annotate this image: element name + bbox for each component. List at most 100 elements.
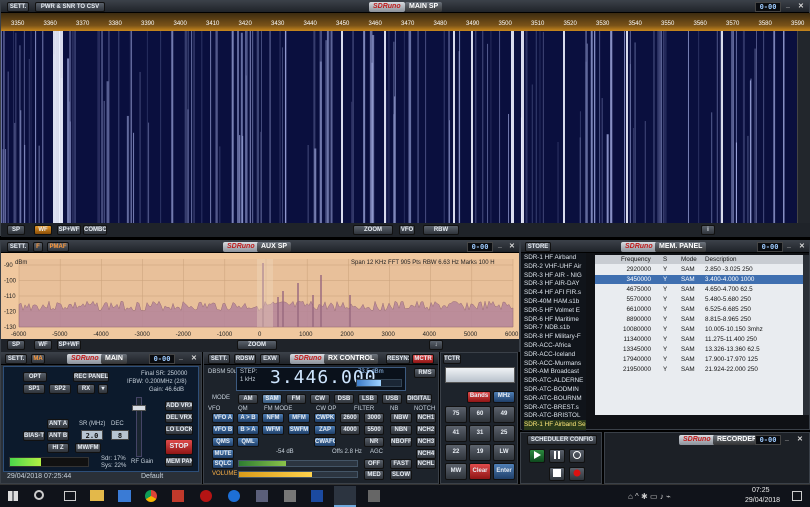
keypad-key-49[interactable]: 49 bbox=[493, 406, 515, 423]
store-icon[interactable] bbox=[118, 490, 131, 502]
dec-value[interactable]: 8 bbox=[111, 430, 129, 440]
sp2-button[interactable]: SP2 bbox=[49, 384, 71, 394]
keypad-key-31[interactable]: 31 bbox=[469, 425, 491, 442]
keypad-key-25[interactable]: 25 bbox=[493, 425, 515, 442]
nbn-button[interactable]: NBN bbox=[390, 425, 412, 435]
zap-button[interactable]: ZAP bbox=[314, 425, 336, 435]
mode-dsb-button[interactable]: DSB bbox=[334, 394, 354, 404]
notch2-button[interactable]: NCH2 bbox=[416, 425, 436, 435]
squelch-slider[interactable] bbox=[238, 460, 358, 467]
rf-gain-thumb[interactable] bbox=[132, 405, 146, 411]
task-view-icon[interactable] bbox=[64, 491, 76, 501]
aux-sett-button[interactable]: SETT. bbox=[7, 242, 29, 252]
table-row[interactable]: 4675000 Y SAM 4.650-4.700 62.5 bbox=[595, 285, 809, 294]
play-button[interactable] bbox=[529, 449, 545, 463]
rx-sett-button[interactable]: SETT. bbox=[208, 354, 230, 364]
keypad-key-41[interactable]: 41 bbox=[445, 425, 467, 442]
notch4-button[interactable]: NCH4 bbox=[416, 449, 436, 459]
nfm-button[interactable]: NFM bbox=[262, 413, 284, 423]
mode-usb-button[interactable]: USB bbox=[382, 394, 402, 404]
ma-button[interactable]: MA bbox=[31, 354, 45, 364]
tray-icons[interactable]: ⌂ ^ ✱ ▭ ♪ ⌁ bbox=[628, 492, 671, 501]
memory-list-item[interactable]: SDR-1 HF Airband Se bbox=[524, 420, 586, 430]
mw-fm-button[interactable]: MW/FM bbox=[75, 443, 101, 453]
combo-button[interactable]: COMBO bbox=[83, 225, 107, 235]
vfo-button[interactable]: VFO bbox=[399, 225, 415, 235]
loop-button[interactable] bbox=[569, 449, 585, 463]
sp-button[interactable]: SP bbox=[7, 225, 25, 235]
rec-close-icon[interactable]: ✕ bbox=[797, 435, 803, 443]
resync-button[interactable]: RESYN1 bbox=[386, 354, 410, 364]
vfo-a-button[interactable]: VFO A bbox=[212, 413, 234, 423]
rec-panel-button[interactable]: REC PANEL bbox=[73, 372, 109, 382]
mem-close-icon[interactable]: ✕ bbox=[799, 242, 805, 250]
filezilla-icon[interactable] bbox=[172, 490, 184, 502]
mode-am-button[interactable]: AM bbox=[238, 394, 258, 404]
keypad-key-lw[interactable]: LW bbox=[493, 444, 515, 461]
pmaf-button[interactable]: PMAF bbox=[47, 242, 69, 252]
mctr-button[interactable]: MCTR bbox=[412, 354, 434, 364]
notch3-button[interactable]: NCH3 bbox=[416, 437, 436, 447]
table-row[interactable]: 2920000 Y SAM 2.850 -3.025 250 bbox=[595, 265, 809, 274]
keypad-key-mw[interactable]: MW bbox=[445, 463, 467, 480]
teamviewer-icon[interactable] bbox=[228, 490, 240, 502]
sett-button[interactable]: SETT. bbox=[7, 2, 29, 12]
table-row[interactable]: 21950000 Y SAM 21.924-22.000 250 bbox=[595, 365, 809, 374]
mfm-button[interactable]: MFM bbox=[288, 413, 310, 423]
mhz-button[interactable]: MHz bbox=[493, 391, 515, 403]
aux-spectrum[interactable]: -90 -100 -110 -120 -130-6000 -5000 -4000 -3000 -… bbox=[1, 253, 519, 339]
mode-sam-button[interactable]: SAM bbox=[262, 394, 282, 404]
sqlc-button[interactable]: SQLC bbox=[212, 459, 234, 469]
table-row[interactable]: 3450000 Y SAM 3.400-4.000 1000 bbox=[595, 275, 809, 285]
sp1-button[interactable]: SP1 bbox=[23, 384, 45, 394]
rbw-control[interactable]: RBW bbox=[423, 225, 459, 235]
agc-off-button[interactable]: OFF bbox=[364, 459, 384, 469]
volume-slider[interactable] bbox=[238, 471, 358, 478]
acrobat-icon[interactable] bbox=[200, 490, 212, 502]
sdruno-task-icon[interactable] bbox=[334, 486, 356, 507]
table-row[interactable]: 5570000 Y SAM 5.480-5.680 250 bbox=[595, 295, 809, 304]
swfm-button[interactable]: SWFM bbox=[288, 425, 310, 435]
keypad-key-19[interactable]: 19 bbox=[469, 444, 491, 461]
b-to-a-button[interactable]: B > A bbox=[237, 425, 259, 435]
agc-slow-button[interactable]: SLOW bbox=[390, 470, 412, 480]
aux-close-icon[interactable]: ✕ bbox=[509, 242, 515, 250]
filter-2600-button[interactable]: 2600 bbox=[340, 413, 360, 423]
bias-t-button[interactable]: BIAS-T bbox=[23, 431, 45, 441]
a-to-b-button[interactable]: A > B bbox=[237, 413, 259, 423]
close-icon[interactable]: ✕ bbox=[798, 2, 804, 10]
rms-button[interactable]: RMS bbox=[414, 368, 436, 378]
clock-date[interactable]: 29/04/2018 bbox=[745, 497, 780, 504]
table-row[interactable]: 13345000 Y SAM 13.326-13.360 62.5 bbox=[595, 345, 809, 354]
lo-lock-button[interactable]: LO LOCK bbox=[165, 425, 193, 435]
filter-3000-button[interactable]: 3000 bbox=[364, 413, 384, 423]
agc-fast-button[interactable]: FAST bbox=[390, 459, 412, 469]
col-mode[interactable]: Mode bbox=[681, 255, 697, 264]
aux-down-button[interactable]: ↓ bbox=[429, 340, 443, 350]
rdsw-button[interactable]: RDSW bbox=[234, 354, 256, 364]
bands-button[interactable]: Bands bbox=[467, 391, 491, 403]
aux-sp-button[interactable]: SP bbox=[7, 340, 25, 350]
rec-minimize-icon[interactable]: _ bbox=[785, 435, 789, 442]
del-vrx-button[interactable]: DEL VRX bbox=[165, 413, 193, 423]
mem-pan-button[interactable]: MEM PAN bbox=[165, 457, 193, 467]
search-icon[interactable] bbox=[34, 490, 44, 500]
table-row[interactable]: 10080000 Y SAM 10.005-10.150 3mhz bbox=[595, 325, 809, 334]
wf-button[interactable]: WF bbox=[34, 225, 52, 235]
mem-minimize-icon[interactable]: _ bbox=[787, 242, 791, 249]
aux-wf-button[interactable]: WF bbox=[34, 340, 52, 350]
zoom-control[interactable]: ZOOM bbox=[353, 225, 393, 235]
mode-digital-button[interactable]: DIGITAL bbox=[406, 394, 432, 404]
nboff-button[interactable]: NBOFF bbox=[390, 437, 412, 447]
mode-cw-button[interactable]: CW bbox=[310, 394, 330, 404]
store-button[interactable]: STORE bbox=[525, 242, 551, 252]
file-explorer-icon[interactable] bbox=[90, 490, 104, 501]
sr-value[interactable]: 2.0 bbox=[81, 430, 103, 440]
col-s[interactable]: S bbox=[663, 255, 667, 264]
minimize-icon[interactable]: _ bbox=[786, 2, 790, 9]
table-row[interactable]: 17940000 Y SAM 17.900-17.970 125 bbox=[595, 355, 809, 364]
ant-a-button[interactable]: ANT A bbox=[47, 419, 69, 429]
app-icon-3[interactable] bbox=[311, 490, 323, 502]
wfm-button[interactable]: WFM bbox=[262, 425, 284, 435]
ant-b-button[interactable]: ANT B bbox=[47, 431, 69, 441]
